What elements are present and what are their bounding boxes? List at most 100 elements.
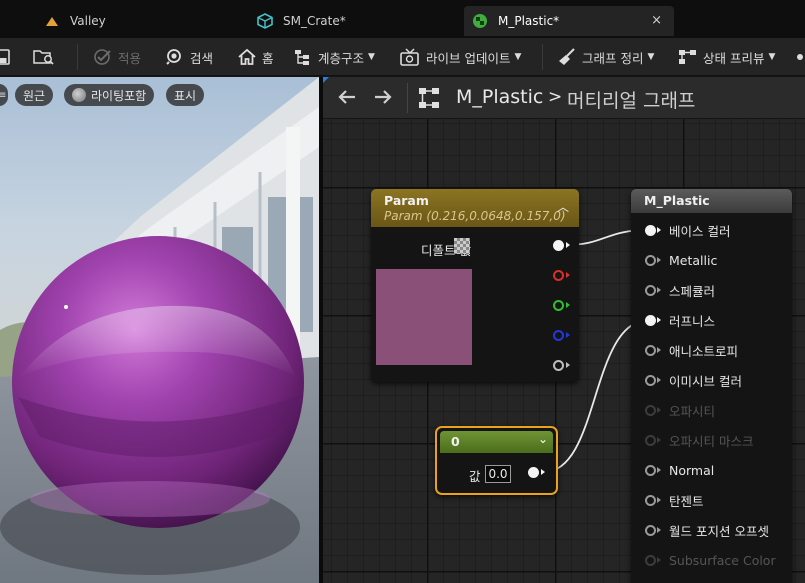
- material-input-row[interactable]: Metallic: [645, 251, 717, 269]
- constant-node[interactable]: 0 ⌄ 값 0.0: [435, 426, 558, 495]
- tab-label: Valley: [70, 14, 106, 28]
- breadcrumb-separator: >: [548, 87, 563, 107]
- material-input-row[interactable]: 러프니스: [645, 311, 715, 329]
- input-arrow-icon: [657, 227, 661, 233]
- material-input-label: Metallic: [669, 252, 718, 268]
- material-input-row[interactable]: 베이스 컬러: [645, 221, 730, 239]
- chevron-down-icon[interactable]: ⌄: [538, 432, 548, 446]
- color-preview-swatch: [376, 269, 472, 365]
- material-input-row[interactable]: 스페큘러: [645, 281, 715, 299]
- apply-button[interactable]: 적용: [93, 38, 141, 76]
- hierarchy-icon: [295, 50, 309, 65]
- input-arrow-icon: [657, 377, 661, 383]
- g-output-pin[interactable]: [553, 300, 564, 311]
- tab-label: M_Plastic*: [498, 14, 560, 28]
- param-node-title: Param: [384, 193, 429, 208]
- search-button[interactable]: 검색: [165, 38, 213, 76]
- preview-viewport[interactable]: ≡ 원근 라이팅포함 표시: [0, 77, 319, 583]
- chevron-down-icon: ▼: [368, 52, 375, 62]
- close-icon[interactable]: ×: [651, 13, 662, 28]
- material-input-label: 오파시티: [669, 403, 716, 419]
- tab-m-plastic[interactable]: M_Plastic* ×: [464, 6, 674, 36]
- a-output-pin[interactable]: [553, 360, 564, 371]
- material-input-label: 탄젠트: [669, 493, 704, 509]
- stats-preview-label: 상태 프리뷰: [703, 50, 765, 66]
- save-button[interactable]: [0, 38, 17, 76]
- chevron-up-icon[interactable]: ︿: [552, 198, 574, 218]
- b-output-pin[interactable]: [553, 330, 564, 341]
- material-input-label: Normal: [669, 462, 715, 478]
- breadcrumb-asset-name[interactable]: M_Plastic: [456, 86, 543, 108]
- stats-preview-dropdown[interactable]: 상태 프리뷰 ▼: [678, 38, 775, 76]
- breadcrumb-graph-name[interactable]: 머티리얼 그래프: [567, 86, 695, 113]
- show-label: 표시: [174, 88, 197, 103]
- a-output-arrow-icon: [566, 362, 570, 368]
- material-input-row[interactable]: 탄젠트: [645, 491, 704, 509]
- perspective-button[interactable]: 원근: [15, 84, 54, 106]
- chevron-down-icon: ▼: [768, 52, 776, 62]
- input-arrow-icon: [657, 437, 661, 443]
- rgb-output-pin[interactable]: [553, 240, 564, 251]
- more-options-icon[interactable]: [796, 38, 805, 76]
- graph-cleanup-label: 그래프 정리: [582, 50, 644, 66]
- material-input-label: 월드 포지션 오프셋: [669, 523, 769, 539]
- broom-icon: [559, 48, 575, 65]
- b-output-arrow-icon: [566, 332, 570, 338]
- constant-node-header[interactable]: 0 ⌄: [440, 431, 553, 453]
- material-input-pin[interactable]: [645, 224, 656, 236]
- constant-node-title: 0: [451, 434, 460, 449]
- color-picker-swatch[interactable]: [454, 238, 470, 254]
- preview-scene: [0, 77, 319, 583]
- forward-arrow-icon[interactable]: [372, 86, 394, 111]
- material-input-pin[interactable]: [645, 374, 656, 386]
- material-input-pin[interactable]: [645, 524, 656, 536]
- constant-output-pin[interactable]: [528, 467, 539, 478]
- material-result-node[interactable]: M_Plastic 베이스 컬러 Metallic 스페큘러러프니스애니소트로피이미…: [631, 189, 792, 583]
- r-output-pin[interactable]: [553, 270, 564, 281]
- material-input-label: 베이스 컬러: [669, 223, 731, 239]
- material-input-label: 이미시브 컬러: [669, 373, 742, 389]
- hierarchy-label: 계층구조: [318, 50, 365, 66]
- param-node-header[interactable]: Param Param (0.216,0.0648,0.157,0) ︿: [371, 189, 579, 227]
- material-input-row[interactable]: 애니소트로피: [645, 341, 738, 359]
- home-button[interactable]: 홈: [237, 38, 274, 76]
- tab-valley[interactable]: Valley: [44, 6, 244, 36]
- chevron-down-icon: ▼: [647, 52, 655, 62]
- material-input-pin: [645, 404, 656, 416]
- home-icon: [238, 48, 256, 65]
- back-arrow-icon[interactable]: [336, 86, 358, 111]
- material-input-row[interactable]: 월드 포지션 오프셋: [645, 521, 769, 539]
- search-icon: [166, 49, 181, 65]
- level-icon: [44, 13, 60, 29]
- home-label: 홈: [262, 50, 274, 66]
- material-result-header[interactable]: M_Plastic: [631, 189, 792, 213]
- input-arrow-icon: [657, 497, 661, 503]
- lit-mode-button[interactable]: 라이팅포함: [64, 84, 155, 106]
- material-input-pin[interactable]: [645, 494, 656, 506]
- material-icon: [472, 13, 488, 29]
- graph-cleanup-dropdown[interactable]: 그래프 정리 ▼: [557, 38, 654, 76]
- material-input-label: 스페큘러: [669, 283, 716, 299]
- material-input-row[interactable]: 이미시브 컬러: [645, 371, 742, 389]
- param-node[interactable]: Param Param (0.216,0.0648,0.157,0) ︿ 디폴트…: [371, 189, 579, 382]
- input-arrow-icon: [657, 287, 661, 293]
- show-button[interactable]: 표시: [166, 84, 205, 106]
- material-input-pin[interactable]: [645, 344, 656, 356]
- tab-sm-crate[interactable]: SM_Crate*: [257, 6, 457, 36]
- material-result-title: M_Plastic: [644, 193, 710, 208]
- material-input-label: Subsurface Color: [669, 552, 776, 568]
- material-input-pin[interactable]: [645, 464, 656, 476]
- material-input-row[interactable]: Normal: [645, 461, 714, 479]
- material-input-pin: [645, 554, 656, 566]
- input-arrow-icon: [657, 257, 661, 263]
- browse-asset-button[interactable]: [33, 38, 60, 76]
- material-input-pin: [645, 434, 656, 446]
- material-input-pin[interactable]: [645, 314, 656, 326]
- constant-value-field[interactable]: 0.0: [485, 465, 511, 483]
- material-input-pin[interactable]: [645, 254, 656, 266]
- tab-label: SM_Crate*: [283, 14, 346, 28]
- live-update-dropdown[interactable]: 라이브 업데이트 ▼: [399, 38, 521, 76]
- hierarchy-dropdown[interactable]: 계층구조 ▼: [293, 38, 375, 76]
- material-input-pin[interactable]: [645, 284, 656, 296]
- input-arrow-icon: [657, 557, 661, 563]
